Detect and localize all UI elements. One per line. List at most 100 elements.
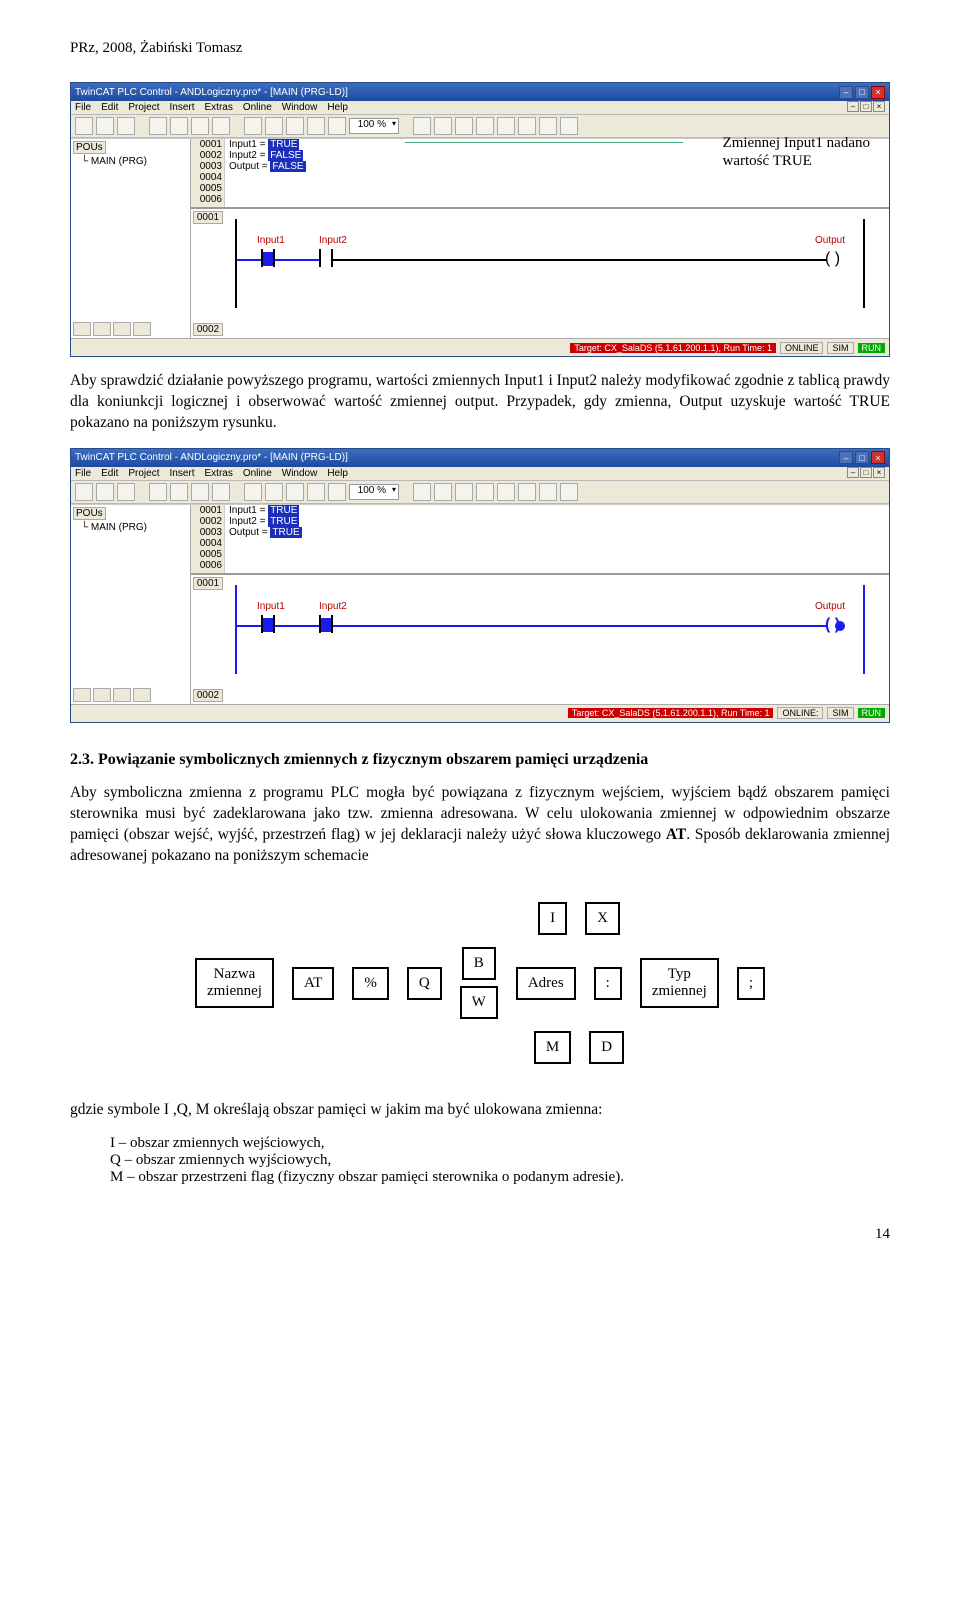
tool-btn[interactable] (307, 117, 325, 135)
zoom-combobox[interactable]: 100 % (349, 484, 399, 500)
list-item: I – obszar zmiennych wejściowych, (110, 1135, 890, 1152)
tool-btn[interactable] (434, 483, 452, 501)
ladder-editor[interactable]: 0001 Input1 Input2 Output ( ) 0002 (191, 575, 889, 704)
tool-btn[interactable] (265, 117, 283, 135)
maximize-button[interactable]: □ (855, 451, 869, 464)
tree-bottom-tab[interactable] (133, 688, 151, 702)
menu-extras[interactable]: Extras (205, 102, 233, 113)
tool-btn[interactable] (191, 483, 209, 501)
tree-bottom-tab[interactable] (113, 688, 131, 702)
tool-btn[interactable] (560, 117, 578, 135)
tree-tab-pous[interactable]: POUs (73, 141, 106, 154)
tool-btn[interactable] (413, 117, 431, 135)
close-button[interactable]: × (871, 86, 885, 99)
tool-btn[interactable] (212, 117, 230, 135)
menu-file[interactable]: File (75, 468, 91, 479)
coil-output: ( ) (825, 615, 853, 635)
tool-btn[interactable] (96, 483, 114, 501)
tool-btn[interactable] (434, 117, 452, 135)
mdi-close-button[interactable]: × (873, 101, 885, 112)
ladder-editor[interactable]: 0001 Input1 Input2 Output ( ) 0002 (191, 209, 889, 338)
mdi-restore-button[interactable]: □ (860, 101, 872, 112)
page-number: 14 (70, 1226, 890, 1243)
tool-btn[interactable] (328, 483, 346, 501)
contact-input2 (319, 615, 333, 635)
tree-tab-pous[interactable]: POUs (73, 507, 106, 520)
minimize-button[interactable]: – (839, 451, 853, 464)
paragraph-1: Aby sprawdzić działanie powyższego progr… (70, 371, 890, 434)
tool-btn[interactable] (96, 117, 114, 135)
tool-btn[interactable] (286, 117, 304, 135)
tool-btn[interactable] (191, 117, 209, 135)
tool-btn[interactable] (560, 483, 578, 501)
menu-insert[interactable]: Insert (169, 102, 194, 113)
tool-btn[interactable] (149, 483, 167, 501)
tool-btn[interactable] (455, 483, 473, 501)
menu-help[interactable]: Help (327, 102, 348, 113)
menu-online[interactable]: Online (243, 468, 272, 479)
tool-btn[interactable] (539, 117, 557, 135)
tree-bottom-tab[interactable] (133, 322, 151, 336)
var-row: Output = TRUE (229, 527, 885, 538)
tool-btn[interactable] (265, 483, 283, 501)
menu-edit[interactable]: Edit (101, 468, 118, 479)
contact-input1 (261, 249, 275, 269)
tree-bottom-tab[interactable] (73, 688, 91, 702)
maximize-button[interactable]: □ (855, 86, 869, 99)
status-target: Target: CX_SalaDS (5.1.61.200.1.1), Run … (568, 708, 774, 718)
menu-project[interactable]: Project (128, 468, 159, 479)
mdi-close-button[interactable]: × (873, 467, 885, 478)
tool-btn[interactable] (476, 117, 494, 135)
mdi-min-button[interactable]: – (847, 467, 859, 478)
line-number: 0001 (200, 139, 222, 150)
tool-btn[interactable] (307, 483, 325, 501)
paragraph-3-intro: gdzie symbole I ,Q, M określają obszar p… (70, 1100, 890, 1121)
tool-btn[interactable] (476, 483, 494, 501)
status-target: Target: CX_SalaDS (5.1.61.200.1.1), Run … (570, 343, 776, 353)
status-run: RUN (858, 343, 886, 353)
tool-btn[interactable] (286, 483, 304, 501)
tool-btn[interactable] (170, 483, 188, 501)
menu-project[interactable]: Project (128, 102, 159, 113)
close-button[interactable]: × (871, 451, 885, 464)
mdi-min-button[interactable]: – (847, 101, 859, 112)
tool-btn[interactable] (328, 117, 346, 135)
menu-insert[interactable]: Insert (169, 468, 194, 479)
coil-label-output: Output (815, 601, 845, 612)
mdi-restore-button[interactable]: □ (860, 467, 872, 478)
tool-btn[interactable] (212, 483, 230, 501)
tool-btn[interactable] (117, 117, 135, 135)
tool-btn[interactable] (413, 483, 431, 501)
minimize-button[interactable]: – (839, 86, 853, 99)
tool-btn[interactable] (244, 483, 262, 501)
tree-item-main[interactable]: └ MAIN (PRG) (73, 156, 188, 167)
paragraph-2: Aby symboliczna zmienna z programu PLC m… (70, 783, 890, 867)
tool-btn[interactable] (244, 117, 262, 135)
tool-btn[interactable] (75, 483, 93, 501)
tool-btn[interactable] (170, 117, 188, 135)
tree-bottom-tab[interactable] (73, 322, 91, 336)
tool-btn[interactable] (149, 117, 167, 135)
tool-btn[interactable] (455, 117, 473, 135)
tree-bottom-tab[interactable] (93, 688, 111, 702)
schema-box-semi: ; (737, 967, 765, 1000)
tree-item-main[interactable]: └ MAIN (PRG) (73, 522, 188, 533)
menu-window[interactable]: Window (282, 102, 318, 113)
menu-extras[interactable]: Extras (205, 468, 233, 479)
menu-help[interactable]: Help (327, 468, 348, 479)
menu-file[interactable]: File (75, 102, 91, 113)
tool-btn[interactable] (117, 483, 135, 501)
tree-bottom-tab[interactable] (93, 322, 111, 336)
menu-online[interactable]: Online (243, 102, 272, 113)
menu-edit[interactable]: Edit (101, 102, 118, 113)
menu-window[interactable]: Window (282, 468, 318, 479)
tool-btn[interactable] (539, 483, 557, 501)
tree-bottom-tab[interactable] (113, 322, 131, 336)
tool-btn[interactable] (497, 483, 515, 501)
status-run: RUN (858, 708, 886, 718)
tool-btn[interactable] (75, 117, 93, 135)
tool-btn[interactable] (518, 483, 536, 501)
zoom-combobox[interactable]: 100 % (349, 118, 399, 134)
tool-btn[interactable] (518, 117, 536, 135)
tool-btn[interactable] (497, 117, 515, 135)
